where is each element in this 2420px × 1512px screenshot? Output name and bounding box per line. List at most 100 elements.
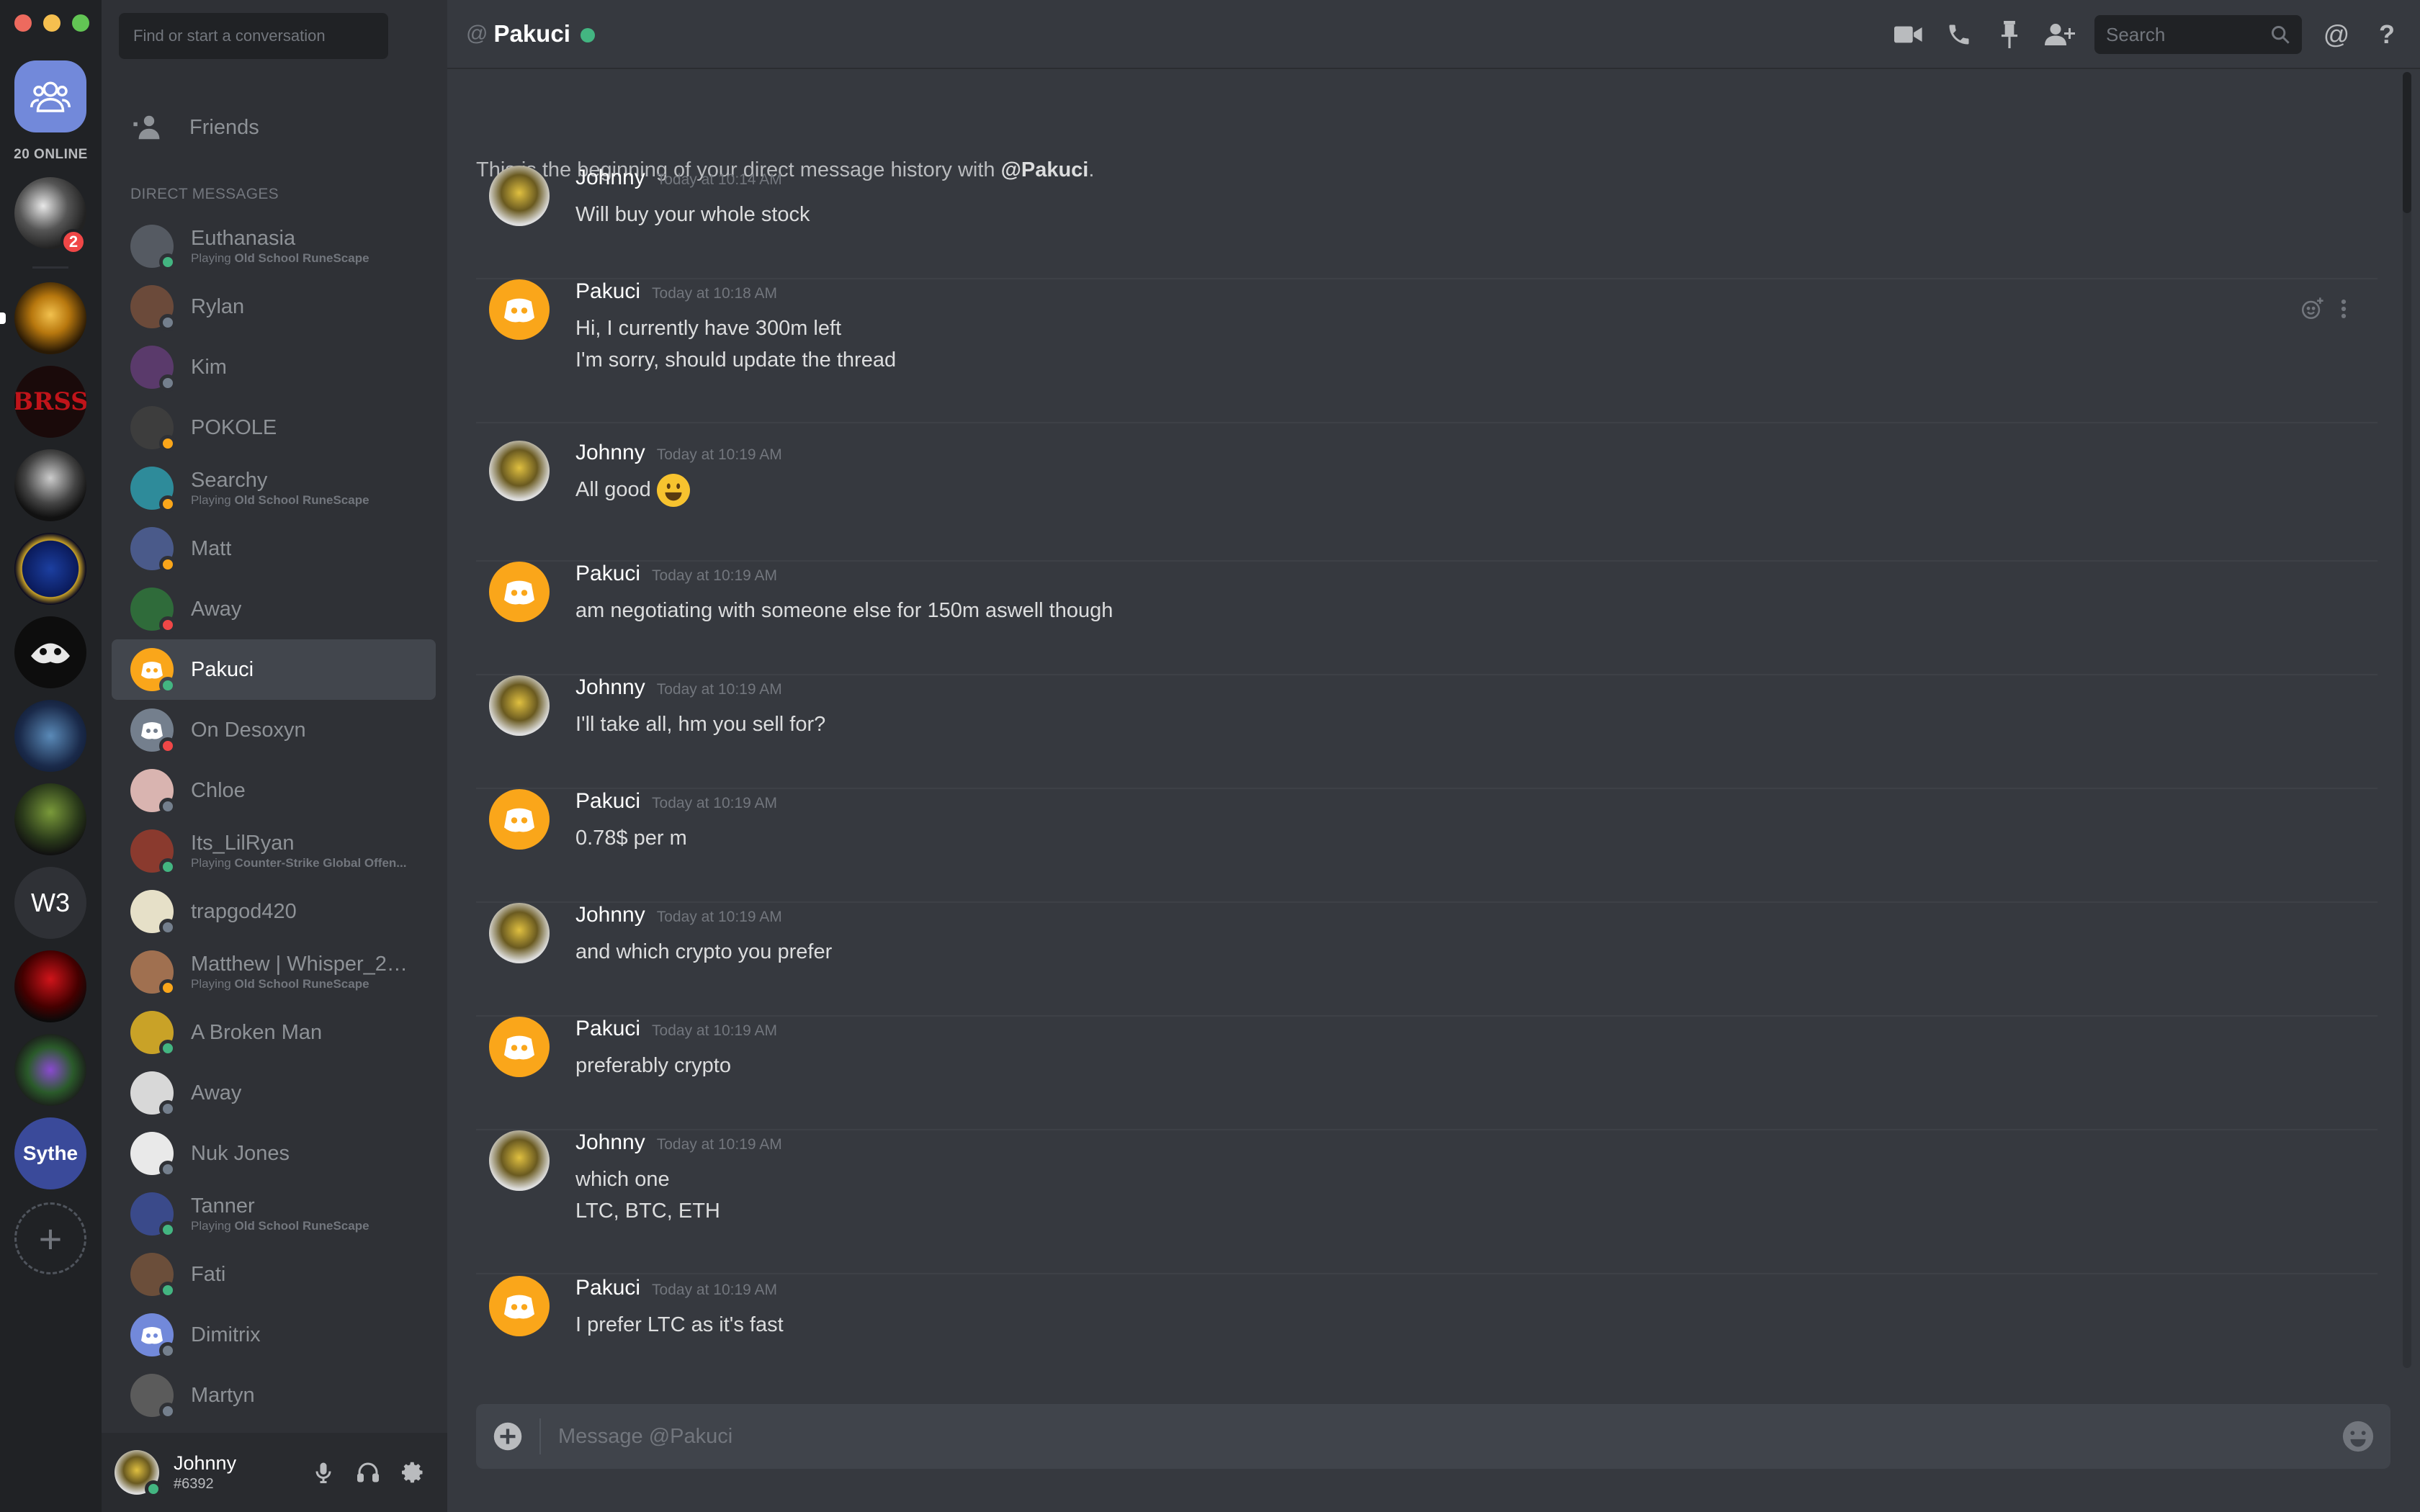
- message-timestamp: Today at 10:19 AM: [656, 909, 782, 925]
- message-author[interactable]: Johnny: [575, 675, 645, 700]
- dm-item[interactable]: A Broken Man: [112, 1002, 436, 1063]
- message-avatar[interactable]: [489, 675, 550, 736]
- add-reaction-icon[interactable]: [2300, 297, 2324, 321]
- help-button[interactable]: ?: [2371, 19, 2403, 50]
- message-author[interactable]: Johnny: [575, 441, 645, 465]
- settings-gear-icon[interactable]: [400, 1459, 426, 1485]
- window-close-button[interactable]: [14, 14, 32, 32]
- message-author[interactable]: Pakuci: [575, 279, 640, 304]
- mentions-button[interactable]: @: [2321, 19, 2352, 50]
- message[interactable]: Pakuci Today at 10:19 AM am negotiating wi…: [476, 562, 2378, 675]
- add-friend-to-dm-button[interactable]: [2044, 19, 2076, 50]
- dm-item[interactable]: Fati: [112, 1244, 436, 1305]
- dm-item[interactable]: Away: [112, 1063, 436, 1123]
- dm-item[interactable]: Matt: [112, 518, 436, 579]
- message-avatar[interactable]: [489, 562, 550, 622]
- message-author[interactable]: Pakuci: [575, 789, 640, 814]
- microphone-icon[interactable]: [310, 1459, 336, 1485]
- upload-attachment-button[interactable]: [476, 1418, 541, 1454]
- video-call-button[interactable]: [1893, 19, 1924, 50]
- chat-scrollbar[interactable]: [2403, 72, 2411, 1368]
- message[interactable]: Pakuci Today at 10:19 AM I prefer LTC as i…: [476, 1276, 2378, 1375]
- add-server-button[interactable]: +: [14, 1202, 86, 1274]
- message-avatar[interactable]: [489, 1276, 550, 1336]
- user-avatar[interactable]: [115, 1450, 162, 1498]
- avatar: [130, 950, 176, 996]
- dm-item[interactable]: Rylan: [112, 276, 436, 337]
- voice-call-button[interactable]: [1943, 19, 1975, 50]
- dm-item[interactable]: trapgod420: [112, 881, 436, 942]
- message-author[interactable]: Johnny: [575, 1130, 645, 1155]
- dm-item[interactable]: Nuk Jones: [112, 1123, 436, 1184]
- server-icon[interactable]: [14, 449, 86, 521]
- avatar: [130, 346, 176, 392]
- dm-item[interactable]: Dimitrix: [112, 1305, 436, 1365]
- user-discriminator: #6392: [174, 1476, 214, 1492]
- header-search-input[interactable]: Search: [2094, 15, 2302, 54]
- message-avatar[interactable]: [489, 441, 550, 501]
- dm-item[interactable]: Kim: [112, 337, 436, 397]
- message-author[interactable]: Pakuci: [575, 562, 640, 586]
- more-options-icon[interactable]: [2339, 297, 2349, 321]
- message[interactable]: Pakuci Today at 10:19 AM preferably crypto: [476, 1017, 2378, 1130]
- message-author[interactable]: Johnny: [575, 166, 645, 190]
- dm-item[interactable]: Its_LilRyan Playing Counter-Strike Global…: [112, 821, 436, 881]
- find-conversation-input[interactable]: Find or start a conversation: [119, 13, 388, 59]
- message[interactable]: Pakuci Today at 10:18 AM Hi, I currently h…: [476, 279, 2378, 423]
- dm-item[interactable]: Tanner Playing Old School RuneScape: [112, 1184, 436, 1244]
- friends-nav-item[interactable]: Friends: [112, 101, 436, 154]
- message-avatar[interactable]: [489, 166, 550, 226]
- dm-item-activity: Playing Old School RuneScape: [191, 251, 369, 266]
- message-line: Will buy your whole stock: [575, 203, 810, 226]
- server-icon[interactable]: [14, 783, 86, 855]
- message-avatar[interactable]: [489, 789, 550, 850]
- dm-item[interactable]: Away: [112, 579, 436, 639]
- dm-item[interactable]: POKOLE: [112, 397, 436, 458]
- message-author[interactable]: Johnny: [575, 903, 645, 927]
- server-icon[interactable]: [14, 616, 86, 688]
- dm-item[interactable]: Martyn: [112, 1365, 436, 1426]
- server-w3[interactable]: W3: [14, 867, 86, 939]
- server-icon[interactable]: [14, 282, 86, 354]
- dm-item[interactable]: Chloe: [112, 760, 436, 821]
- message-avatar[interactable]: [489, 279, 550, 340]
- message-author[interactable]: Pakuci: [575, 1276, 640, 1300]
- message-input[interactable]: [541, 1424, 2326, 1449]
- chat-recipient-name[interactable]: Pakuci: [493, 20, 570, 48]
- server-icon[interactable]: BRSS: [14, 366, 86, 438]
- message[interactable]: Johnny Today at 10:19 AM which one LTC, BTC…: [476, 1130, 2378, 1274]
- message-timestamp: Today at 10:14 AM: [656, 171, 782, 188]
- window-minimize-button[interactable]: [43, 14, 60, 32]
- dm-item[interactable]: Matthew | Whisper_2_... Playing Old Schoo…: [112, 942, 436, 1002]
- message-line: I'm sorry, should update the thread: [575, 348, 897, 372]
- message[interactable]: Johnny Today at 10:19 AM and which crypto …: [476, 903, 2378, 1017]
- pinned-messages-button[interactable]: [1994, 19, 2025, 50]
- server-icon[interactable]: [14, 533, 86, 605]
- message-avatar[interactable]: [489, 1130, 550, 1191]
- dm-item[interactable]: Searchy Playing Old School RuneScape: [112, 458, 436, 518]
- server-sythe[interactable]: Sythe: [14, 1117, 86, 1189]
- dm-item[interactable]: On Desoxyn: [112, 700, 436, 760]
- message[interactable]: Johnny Today at 10:19 AM All good: [476, 441, 2378, 562]
- dm-item[interactable]: Euthanasia Playing Old School RuneScape: [112, 216, 436, 276]
- scrollbar-thumb[interactable]: [2403, 72, 2411, 213]
- window-zoom-button[interactable]: [72, 14, 89, 32]
- avatar: [130, 1253, 176, 1299]
- server-icon[interactable]: [14, 1034, 86, 1106]
- home-friends-button[interactable]: [14, 60, 86, 132]
- status-indicator: [159, 737, 176, 755]
- server-icon[interactable]: [14, 700, 86, 772]
- avatar: [130, 1374, 176, 1420]
- headphones-icon[interactable]: [355, 1459, 381, 1485]
- message-avatar[interactable]: [489, 1017, 550, 1077]
- message[interactable]: Johnny Today at 10:14 AM Will buy your who…: [476, 166, 2378, 279]
- message[interactable]: Pakuci Today at 10:19 AM 0.78$ per m: [476, 789, 2378, 903]
- message-avatar[interactable]: [489, 903, 550, 963]
- dm-item[interactable]: Pakuci: [112, 639, 436, 700]
- server-icon[interactable]: [14, 950, 86, 1022]
- emoji-picker-button[interactable]: [2326, 1420, 2390, 1453]
- avatar: [130, 527, 176, 573]
- message-timestamp: Today at 10:19 AM: [656, 446, 782, 463]
- message-author[interactable]: Pakuci: [575, 1017, 640, 1041]
- message[interactable]: Johnny Today at 10:19 AM I'll take all, hm…: [476, 675, 2378, 789]
